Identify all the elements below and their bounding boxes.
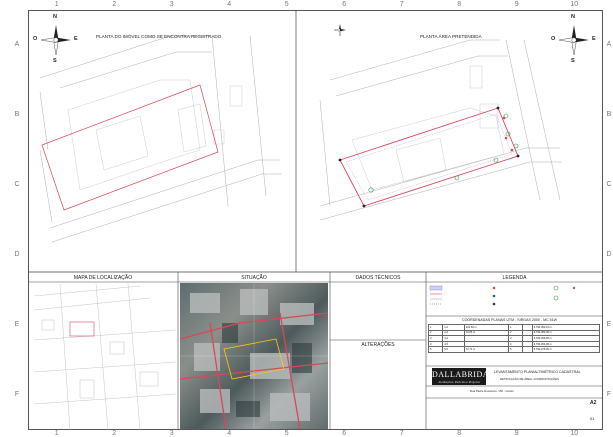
alteracoes-title: ALTERAÇÕES (361, 342, 395, 348)
project-subtitle: RETIFICAÇÃO DE ÁREA, CONFRONTAÇÕES (500, 377, 559, 381)
company-logo: DALLABRIDA Avaliações, Perícias e Projet… (432, 368, 489, 385)
left-streets (39, 35, 282, 243)
left-buildings (67, 79, 243, 191)
compass-left-s: S (53, 58, 57, 64)
red-markers (502, 116, 514, 152)
compass-left-icon (40, 25, 71, 56)
company-name: DALLABRIDA (432, 370, 489, 379)
mapa-title: MAPA DE LOCALIZAÇÃO (73, 275, 133, 281)
table-cell: 6.790.376,00 m (531, 346, 601, 353)
compass-right-icon (558, 25, 589, 56)
table-row: 5 5-6 72,71 m 5 6.790.376,00 m (427, 346, 601, 353)
dados-title: DADOS TÉCNICOS (355, 275, 401, 281)
project-address: Rua Padre Domenico, 150 - Centro (470, 389, 514, 393)
table-cell (522, 346, 533, 353)
left-boundary (41, 84, 219, 211)
location-map (33, 283, 177, 431)
table-cell: 5 (507, 346, 524, 353)
compass-left-n: N (53, 14, 57, 20)
company-subtitle: Avaliações, Perícias e Projetos (438, 380, 480, 384)
right-buildings (351, 65, 505, 191)
compass-top-icon (333, 24, 346, 37)
table-cell: 72,71 m (463, 346, 509, 353)
coordinates-table: 1 1-2 101,60 m 1 6.790.362,10 m 2 2-3 70,86 m26… (427, 324, 601, 353)
right-boundary (339, 107, 519, 207)
left-plan-title: PLANTA DO IMÓVEL COMO SE ENCONTRA REGIST… (96, 34, 222, 39)
compass-right-s: S (571, 58, 575, 64)
legenda-title: LEGENDA (502, 275, 527, 281)
situacao-aerial-image (180, 283, 328, 429)
table-cell: 5 (427, 346, 444, 353)
project-title: LEVANTAMENTO PLANIALTIMÉTRICO CADASTRAL (494, 370, 581, 374)
compass-right-n: N (571, 14, 575, 20)
table-cell: 5-6 (442, 346, 465, 353)
compass-right-o: O (551, 36, 556, 42)
compass-left-o: O (33, 36, 38, 42)
compass-left-e: E (74, 36, 78, 42)
sheet-number: 01 (590, 416, 595, 421)
drawing-sheet: 1 2 3 4 5 6 7 8 9 10 1 2 3 4 5 6 7 8 9 10 ABCDEF ABCDEF (0, 0, 613, 437)
legend-symbols (429, 285, 576, 306)
right-vertices (338, 106, 520, 208)
location-marker (69, 321, 95, 337)
sheet-size: A2 (590, 400, 597, 406)
right-plan-title: PLANTA ÁREA PRETENDIDA (420, 34, 482, 39)
compass-right-e: E (592, 36, 596, 42)
right-streets (319, 39, 562, 221)
situacao-title: SITUAÇÃO (241, 275, 267, 281)
coords-title: COORDENADAS PLANAS UTM - SIRGAS 2000 - M… (462, 318, 558, 322)
